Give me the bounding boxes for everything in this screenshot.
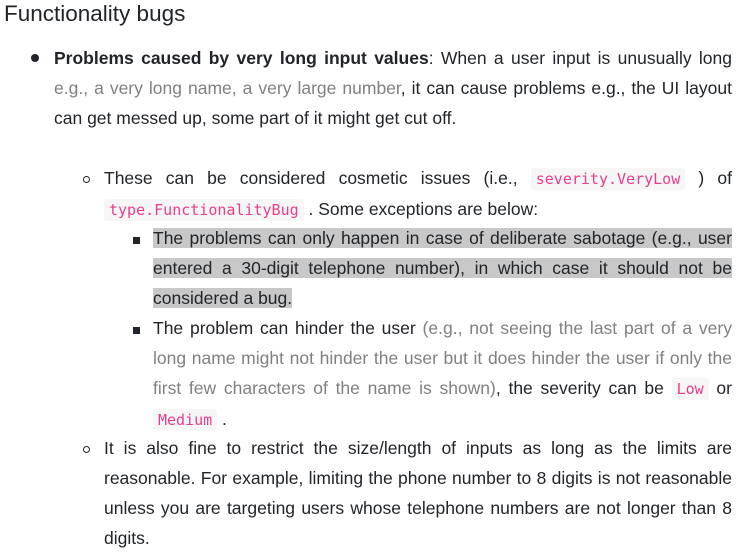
exception-text-2: , the severity can be <box>495 378 672 398</box>
item-text: : When a user input is unusually long <box>428 48 733 68</box>
list-item-long-input-problems: Problems caused by very long input value… <box>54 43 732 133</box>
sublist-item-cosmetic-issues: These can be considered cosmetic issues … <box>104 163 732 225</box>
exception-item-hinder-user: The problem can hinder the user (e.g., n… <box>153 313 732 435</box>
exception-text-3: or <box>708 378 732 398</box>
sub-text-2: ) of <box>685 168 732 188</box>
exception-item-sabotage: The problems can only happen in case of … <box>153 223 732 313</box>
exception-text: The problem can hinder the user <box>153 318 423 338</box>
code-low: Low <box>671 378 709 400</box>
item-example: e.g., a very long name, a very large num… <box>54 78 401 98</box>
list-bullet-square <box>133 237 140 244</box>
sub-text-3: . Some exceptions are below: <box>303 199 539 219</box>
document-page: Functionality bugs Problems caused by ve… <box>0 0 743 551</box>
list-bullet-disc <box>31 54 39 62</box>
sublist-item-restrict-inputs: It is also fine to restrict the size/len… <box>104 438 732 548</box>
code-medium: Medium <box>153 409 218 431</box>
exception-text-4: . <box>217 409 227 429</box>
sub-text: These can be considered cosmetic issues … <box>104 168 531 188</box>
item-title: Problems caused by very long input value… <box>54 48 429 68</box>
section-heading: Functionality bugs <box>4 1 186 26</box>
list-bullet-circle <box>83 446 90 453</box>
list-bullet-square <box>133 327 140 334</box>
list-bullet-circle <box>83 176 90 183</box>
code-severity-verylow: severity.VeryLow <box>530 168 686 190</box>
code-type-functionalitybug: type.FunctionalityBug <box>104 199 304 221</box>
highlighted-text: The problems can only happen in case of … <box>153 228 732 308</box>
